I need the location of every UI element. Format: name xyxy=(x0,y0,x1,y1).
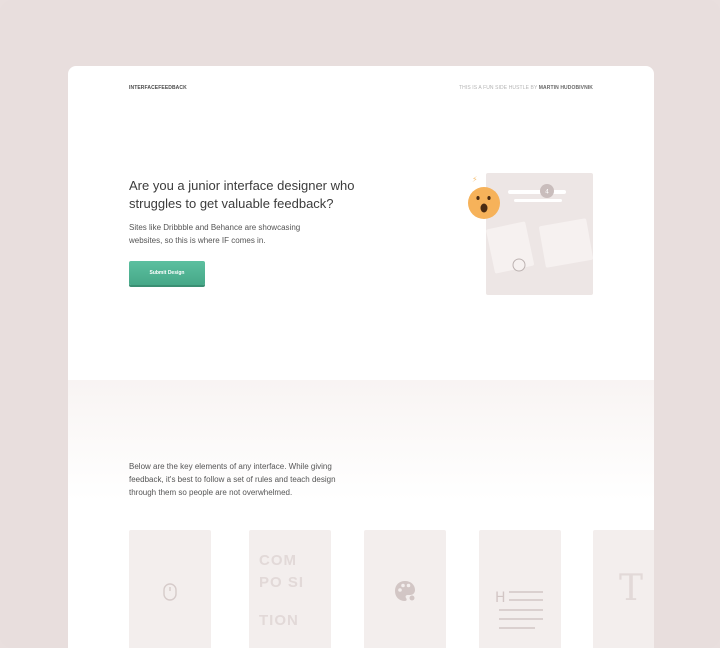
site-page: INTERFACEFEEDBACK THIS IS A FUN SIDE HUS… xyxy=(68,66,654,648)
composition-line: TION xyxy=(259,612,299,629)
elements-section: Below are the key elements of any interf… xyxy=(68,380,654,648)
spark-icon: ⚡ xyxy=(472,175,478,184)
mockup-line xyxy=(508,190,566,194)
hero-subtext: Sites like Dribbble and Behance are show… xyxy=(129,223,301,245)
svg-text:4: 4 xyxy=(545,189,549,196)
section-intro: Below are the key elements of any interf… xyxy=(129,462,336,497)
card-type-serif[interactable]: T xyxy=(593,530,654,648)
composition-word: COM PO SI TION xyxy=(259,550,304,632)
card-color[interactable] xyxy=(364,530,446,648)
author-credit: THIS IS A FUN SIDE HUSTLE BY MARTIN HUDO… xyxy=(459,85,593,91)
backdrop: INTERFACEFEEDBACK THIS IS A FUN SIDE HUS… xyxy=(0,0,720,648)
credit-prefix: THIS IS A FUN SIDE HUSTLE BY xyxy=(459,85,538,91)
card-mouse[interactable] xyxy=(129,530,211,648)
submit-design-button[interactable]: Submit Design xyxy=(129,261,205,285)
hero-illustration: 4 ⚡ xyxy=(468,173,593,295)
card-typography[interactable]: H xyxy=(479,530,561,648)
serif-t-icon: T xyxy=(619,568,644,609)
brand-logo[interactable]: INTERFACEFEEDBACK xyxy=(129,85,187,91)
composition-line: COM xyxy=(259,552,297,569)
card-composition[interactable]: COM PO SI TION xyxy=(249,530,331,648)
surprised-emoji-icon xyxy=(468,187,500,219)
text-block-icon: H xyxy=(495,590,543,629)
palette-icon xyxy=(395,581,415,601)
svg-text:H: H xyxy=(495,590,506,606)
mockup-line xyxy=(514,199,562,202)
author-link[interactable]: MARTIN HUDOBIVNIK xyxy=(539,85,593,91)
mockup-card xyxy=(539,218,593,268)
composition-line: PO SI xyxy=(259,574,305,591)
cursor-circle xyxy=(512,258,526,272)
hero-headline: Are you a junior interface designer who … xyxy=(129,178,355,211)
mouse-icon xyxy=(163,583,177,601)
